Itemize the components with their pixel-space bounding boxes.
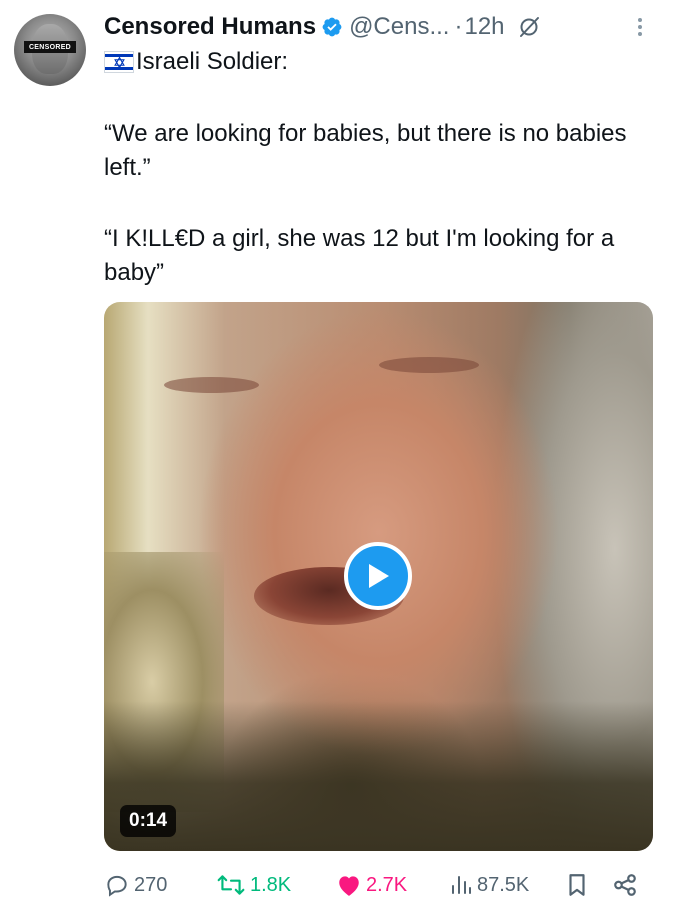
reply-button[interactable]: 270 bbox=[104, 868, 167, 902]
share-button[interactable] bbox=[612, 868, 642, 902]
video-frame-detail bbox=[164, 377, 259, 393]
views-button[interactable]: 87.5K bbox=[449, 868, 529, 902]
video-frame-detail bbox=[379, 357, 479, 373]
first-line-text: Israeli Soldier: bbox=[136, 48, 289, 75]
avatar-censored-bar: CENSORED bbox=[24, 41, 76, 53]
author-name[interactable]: Censored Humans bbox=[104, 13, 316, 41]
play-button[interactable] bbox=[344, 542, 412, 610]
retweet-icon bbox=[217, 875, 245, 895]
more-icon[interactable] bbox=[627, 14, 653, 40]
tweet-header: Censored Humans @Cens... · 12h bbox=[104, 10, 653, 44]
quote-2: “I K!LL€D a girl, she was 12 but I'm loo… bbox=[104, 225, 615, 286]
reply-icon bbox=[107, 875, 127, 897]
quote-1: “We are looking for babies, but there is… bbox=[104, 120, 627, 181]
tweet-time[interactable]: 12h bbox=[464, 13, 504, 41]
israel-flag-icon bbox=[104, 51, 134, 73]
video-duration: 0:14 bbox=[120, 805, 177, 837]
video-player[interactable]: 0:14 bbox=[104, 302, 653, 851]
like-count: 2.7K bbox=[366, 873, 408, 896]
grok-icon[interactable] bbox=[517, 15, 541, 39]
video-frame-detail bbox=[104, 701, 653, 851]
play-icon bbox=[369, 564, 389, 588]
separator-dot: · bbox=[454, 13, 463, 40]
tweet-first-line: Israeli Soldier: bbox=[104, 48, 288, 76]
views-count: 87.5K bbox=[477, 873, 530, 896]
retweet-button[interactable]: 1.8K bbox=[216, 868, 291, 902]
action-bar: 270 1.8K 2.7K 87.5K bbox=[104, 868, 653, 902]
reply-count: 270 bbox=[134, 873, 168, 896]
views-icon bbox=[452, 876, 471, 894]
share-icon bbox=[614, 874, 636, 896]
verified-badge-icon bbox=[322, 17, 342, 37]
author-handle[interactable]: @Cens... bbox=[349, 13, 449, 41]
retweet-count: 1.8K bbox=[250, 873, 292, 896]
avatar[interactable]: CENSORED bbox=[14, 14, 86, 86]
like-button[interactable]: 2.7K bbox=[336, 868, 407, 902]
bookmark-button[interactable] bbox=[566, 868, 592, 902]
like-icon bbox=[339, 876, 359, 896]
bookmark-icon bbox=[569, 874, 585, 896]
